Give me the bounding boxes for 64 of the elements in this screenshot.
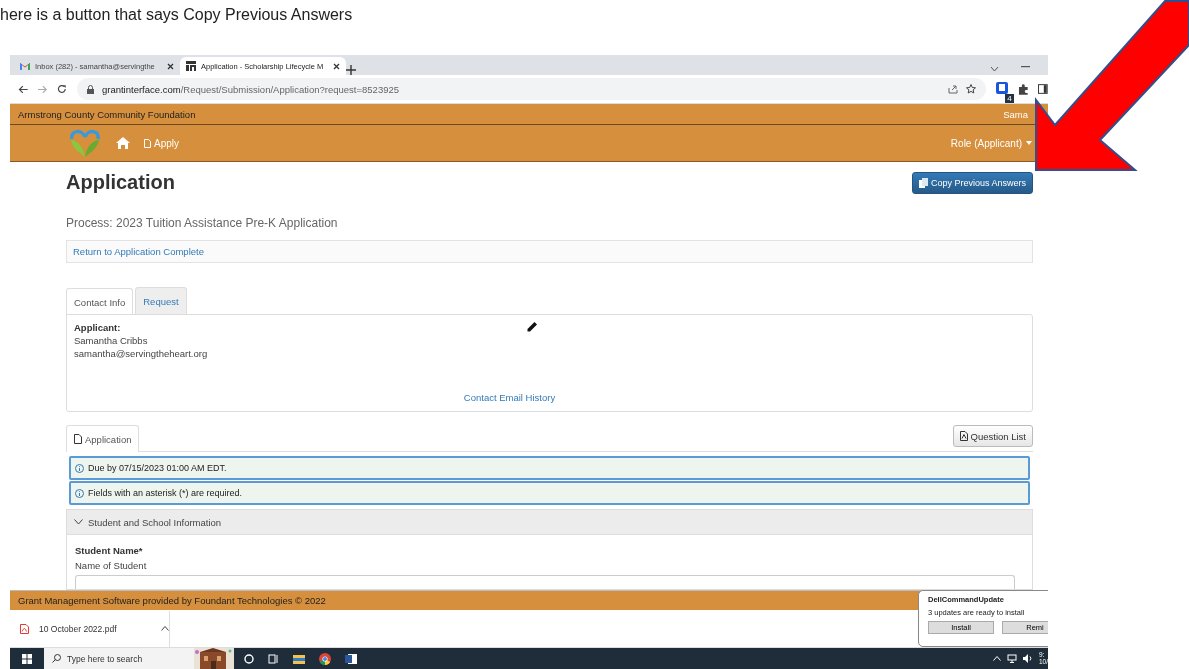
copy-icon — [918, 177, 928, 188]
pdf-icon — [20, 623, 29, 634]
field-label: Student Name* — [75, 545, 144, 556]
contact-tab[interactable]: Request — [135, 287, 187, 315]
footer-text: Grant Management Software provided by Foundant Technologies © 2022 — [18, 595, 326, 606]
folder-icon[interactable] — [293, 653, 305, 664]
address-bar[interactable]: grantinterface.com/Request/Submission/Application?request=8523925 — [76, 78, 986, 100]
search-icon — [52, 654, 61, 663]
application-tab[interactable]: Application — [66, 425, 140, 453]
lock-icon — [86, 84, 94, 94]
word-icon[interactable] — [345, 653, 357, 664]
task-view-icon[interactable] — [268, 653, 279, 664]
share-icon[interactable] — [947, 84, 958, 94]
new-tab-icon[interactable] — [346, 65, 356, 75]
taskbar-search-field[interactable]: Type here to search — [44, 648, 194, 669]
applicant-email: samantha@servingtheheart.org — [74, 348, 208, 360]
network-icon[interactable] — [1006, 654, 1017, 663]
puzzle-icon[interactable] — [1017, 83, 1029, 95]
chevron-down-icon — [74, 519, 83, 526]
home-icon[interactable] — [116, 137, 130, 149]
close-icon[interactable] — [333, 62, 340, 70]
chevron-up-icon — [161, 626, 169, 631]
cortana-icon[interactable] — [244, 653, 254, 664]
document-icon — [74, 434, 82, 445]
field-hint: Name of Student — [75, 560, 148, 571]
speaker-icon[interactable] — [1022, 654, 1033, 663]
dropdown-icon[interactable] — [990, 66, 999, 72]
info-icon — [75, 463, 84, 473]
alert-text: Due by 07/15/2023 01:00 AM EDT. — [88, 463, 227, 474]
url-text: grantinterface.com/Request/Submission/Application?request=8523925 — [101, 83, 400, 95]
back-icon[interactable] — [18, 84, 28, 94]
organization-name: Armstrong County Community Foundation — [18, 108, 196, 120]
close-icon[interactable] — [167, 62, 174, 70]
extension-badge: 4 — [1005, 94, 1014, 103]
pencil-icon[interactable] — [527, 322, 537, 333]
extension-icon[interactable] — [995, 82, 1008, 94]
star-icon[interactable] — [965, 84, 976, 94]
document-icon — [144, 138, 151, 148]
chrome-icon[interactable] — [319, 652, 331, 665]
return-link[interactable]: Return to Application Complete — [73, 246, 204, 258]
windows-icon[interactable] — [22, 653, 32, 664]
minimize-icon[interactable] — [1021, 66, 1030, 68]
contact-email-history-link[interactable]: Contact Email History — [463, 391, 556, 403]
applicant-name: Samantha Cribbs — [74, 335, 148, 347]
caption-text: here is a button that says Copy Previous Answers — [0, 6, 353, 24]
site-logo-icon — [186, 61, 196, 71]
download-item[interactable]: 10 October 2022.pdf — [10, 610, 170, 647]
input-field[interactable] — [75, 575, 1015, 589]
reload-icon[interactable] — [57, 84, 67, 94]
heart-logo-icon — [68, 128, 102, 158]
page-title: Application — [66, 171, 175, 195]
mail-icon — [20, 62, 30, 70]
copy-previous-answers-button[interactable]: Copy Previous Answers — [911, 171, 1033, 194]
alert-text: Fields with an asterisk (*) are required. — [88, 488, 243, 499]
process-name: Process: 2023 Tuition Assistance Pre-K Application — [66, 215, 339, 230]
question-list-button[interactable]: Question List — [952, 425, 1033, 448]
info-icon — [75, 488, 84, 498]
side-panel-icon[interactable] — [1038, 84, 1048, 94]
caret-icon — [1026, 141, 1032, 145]
applicant-label: Applicant: — [74, 322, 121, 334]
contact-tab[interactable]: Contact Info — [66, 288, 134, 316]
section-header[interactable]: Student and School Information — [66, 509, 1033, 535]
pdf-file-icon — [959, 431, 968, 442]
chevron-up-icon[interactable] — [992, 656, 1001, 661]
